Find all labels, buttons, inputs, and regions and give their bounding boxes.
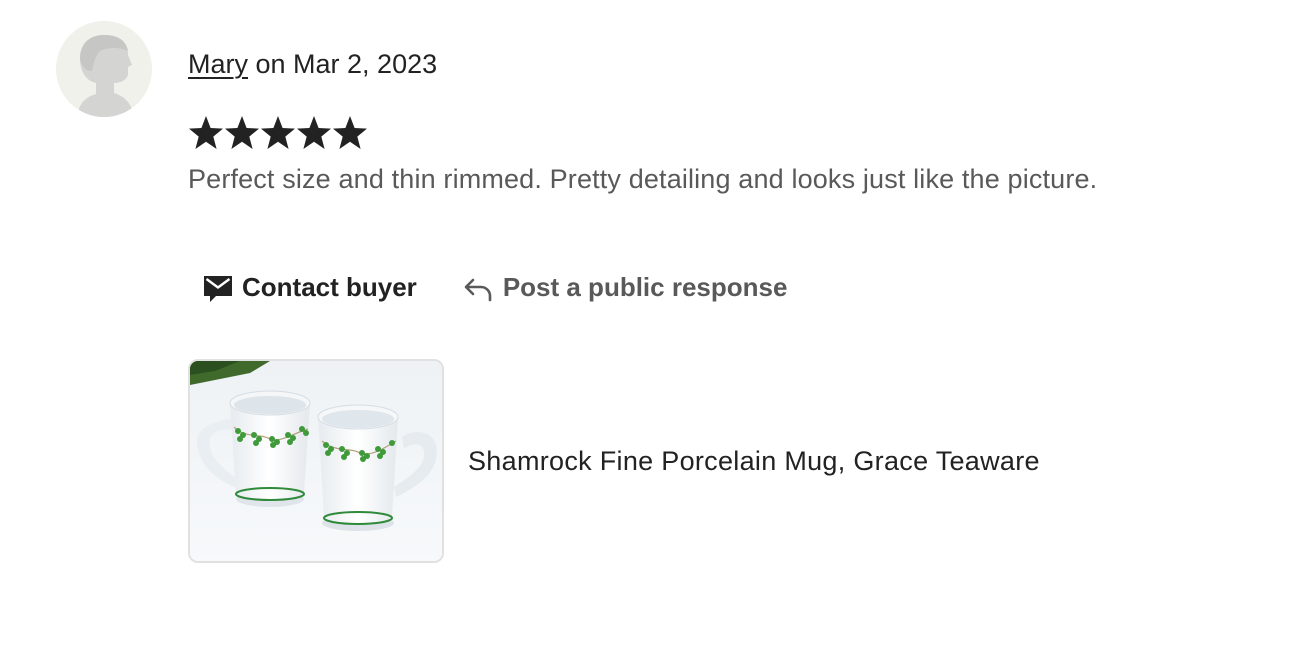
star-rating <box>188 114 368 154</box>
reviewer-avatar[interactable] <box>56 21 152 117</box>
review-date: on Mar 2, 2023 <box>248 49 438 79</box>
envelope-icon <box>204 276 232 302</box>
post-public-response-button[interactable]: Post a public response <box>449 262 802 312</box>
reviewed-product-link[interactable]: Shamrock Fine Porcelain Mug, Grace Teawa… <box>188 359 1040 563</box>
reply-arrow-icon <box>464 278 492 302</box>
star-filled-icon <box>297 116 331 149</box>
review-actions: Contact buyer Post a public response <box>188 262 801 312</box>
contact-buyer-button[interactable]: Contact buyer <box>188 262 431 312</box>
product-title[interactable]: Shamrock Fine Porcelain Mug, Grace Teawa… <box>468 446 1040 477</box>
mug-photo-image <box>190 361 442 561</box>
post-public-response-label: Post a public response <box>502 271 788 302</box>
person-silhouette-icon <box>56 21 152 117</box>
star-filled-icon <box>225 116 259 149</box>
review-text: Perfect size and thin rimmed. Pretty det… <box>188 164 1098 194</box>
star-filled-icon <box>189 116 223 149</box>
star-filled-icon <box>333 116 367 149</box>
product-thumbnail[interactable] <box>188 359 444 563</box>
reviewer-name-link[interactable]: Mary <box>188 49 248 79</box>
contact-buyer-label: Contact buyer <box>242 271 417 302</box>
review-meta: Mary on Mar 2, 2023 <box>188 47 437 81</box>
star-filled-icon <box>261 116 295 149</box>
review-card: Mary on Mar 2, 2023 Perfect size and thi… <box>0 0 1310 652</box>
